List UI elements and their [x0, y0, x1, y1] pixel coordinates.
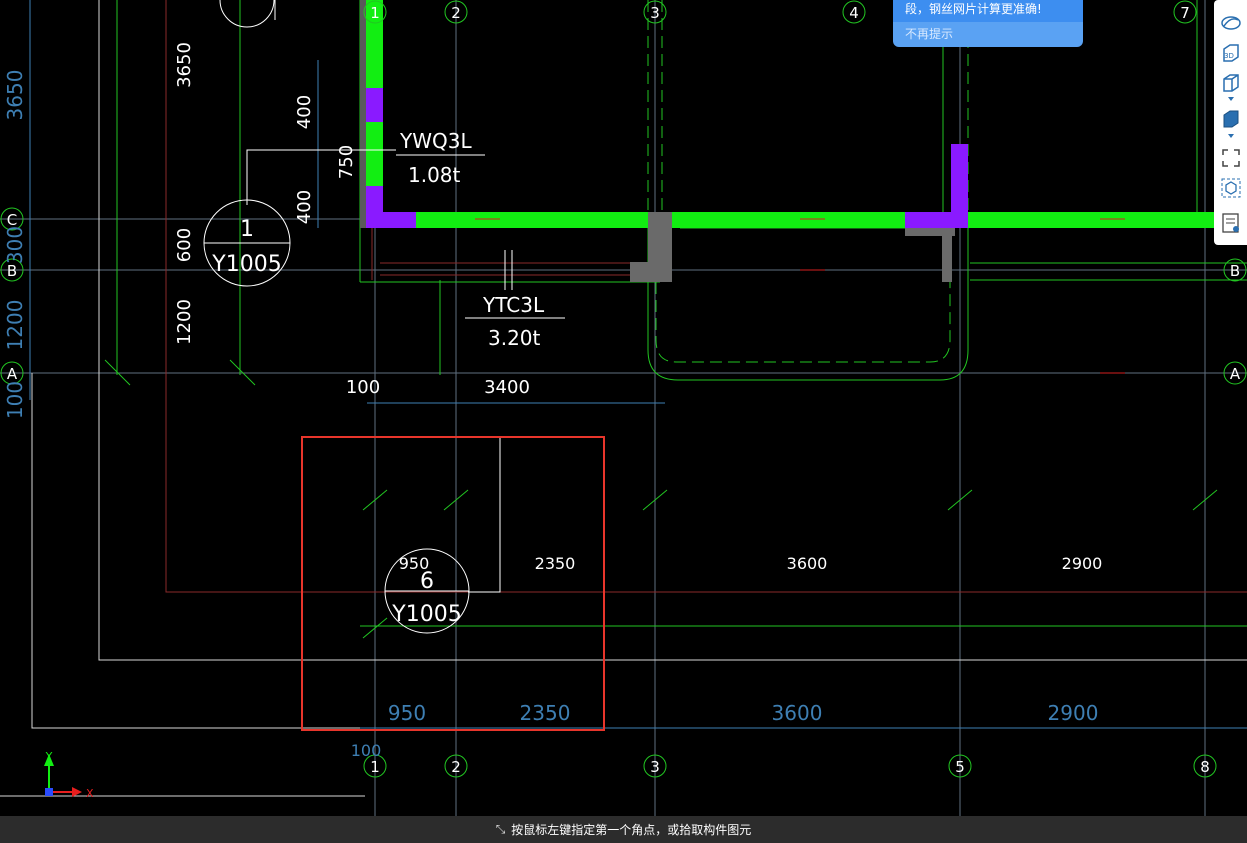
fullscreen-icon[interactable] [1220, 147, 1242, 169]
chevron-down-icon[interactable] [1220, 94, 1242, 106]
wall-weight-label: 1.08t [408, 163, 461, 187]
status-bar: ⤡ 按鼠标左键指定第一个角点，或拾取构件图元 [0, 816, 1247, 843]
dim-white-600: 600 [174, 228, 195, 262]
detail-callout-1 [203, 0, 291, 287]
dim-white-2900: 2900 [1062, 554, 1103, 573]
axis-top-7: 7 [1180, 4, 1190, 22]
layer-list-icon[interactable] [1220, 212, 1242, 234]
3d-view-icon[interactable]: 3D [1220, 42, 1242, 64]
cube-select-icon[interactable] [1220, 177, 1242, 199]
orbit-icon[interactable] [1220, 12, 1242, 34]
dim-white-2350: 2350 [535, 554, 576, 573]
wall-name-label: YWQ3L [399, 129, 472, 153]
dim-blue-950: 950 [388, 701, 426, 725]
blue-dimensions: 3650 300 1200 100 950 2350 3600 2900 100 [3, 70, 1098, 760]
window-select-icon: ⤡ [495, 822, 506, 836]
dim-white-3650: 3650 [174, 42, 195, 88]
axis-top-3: 3 [650, 4, 660, 22]
dont-show-again-link[interactable]: 不再提示 [893, 22, 1083, 47]
dim-blue-100: 100 [3, 381, 27, 419]
dim-blue-3650: 3650 [3, 70, 27, 121]
selection-rectangle [301, 436, 605, 731]
dim-blue-3600: 3600 [772, 701, 823, 725]
axis-bubbles [0, 0, 1247, 778]
dim-blue-100-bottom: 100 [351, 741, 382, 760]
axis-bottom-5: 5 [955, 758, 965, 776]
solid-box-icon[interactable] [1220, 108, 1242, 130]
axis-top-2: 2 [451, 4, 461, 22]
white-dimensions: 3650 600 1200 400 750 400 100 3400 950 2… [174, 42, 1102, 573]
view-toolbar: 3D [1214, 0, 1247, 245]
axis-bottom-8: 8 [1200, 758, 1210, 776]
dim-white-100: 100 [346, 377, 380, 398]
box-view-icon[interactable] [1220, 72, 1242, 94]
dim-white-3400: 3400 [484, 377, 530, 398]
chevron-down-icon[interactable] [1220, 131, 1242, 143]
axis-grid-lines [0, 0, 1247, 816]
cad-drawing-canvas[interactable]: 1 2 3 4 7 1 2 3 5 8 C B A B A 3650 300 1… [0, 0, 1247, 816]
axis-bottom-3: 3 [650, 758, 660, 776]
axis-top-1: 1 [370, 4, 380, 22]
dim-white-1200: 1200 [174, 299, 195, 345]
axis-bottom-2: 2 [451, 758, 461, 776]
detail-1-number: 1 [240, 217, 254, 242]
hint-tooltip: 段，钢丝网片计算更准确! 不再提示 [893, 0, 1083, 47]
dim-blue-2350: 2350 [520, 701, 571, 725]
ucs-x-label: X [86, 787, 94, 800]
building-outline [0, 0, 1247, 797]
dim-blue-2900: 2900 [1048, 701, 1099, 725]
dim-white-400-a: 400 [294, 95, 315, 129]
beam-name-label: YTC3L [482, 293, 545, 317]
ucs-icon: Y X [44, 750, 94, 800]
svg-text:3D: 3D [1224, 52, 1234, 60]
dim-blue-300: 300 [3, 226, 27, 264]
axis-bottom-1: 1 [370, 758, 380, 776]
wall-segments[interactable] [366, 0, 1214, 228]
green-lines [116, 0, 1247, 627]
beam-weight-label: 3.20t [488, 326, 541, 350]
dim-white-3600: 3600 [787, 554, 828, 573]
axis-left-a: A [7, 365, 18, 383]
detail-6-ref: Y1005 [391, 602, 461, 627]
axis-right-a: A [1230, 365, 1241, 383]
status-prompt: 按鼠标左键指定第一个角点，或拾取构件图元 [511, 823, 752, 837]
axis-top-4: 4 [849, 4, 859, 22]
ucs-y-label: Y [45, 750, 53, 763]
red-reference-lines [165, 0, 1247, 593]
hint-message: 段，钢丝网片计算更准确! [893, 0, 1083, 22]
detail-6-number: 6 [420, 569, 434, 594]
detail-1-ref: Y1005 [211, 252, 281, 277]
blue-dimension-lines [29, 0, 1247, 729]
red-markers [475, 218, 1125, 374]
dim-blue-1200: 1200 [3, 300, 27, 351]
dim-white-400-b: 400 [294, 190, 315, 224]
axis-right-b: B [1230, 262, 1240, 280]
dimension-ticks [104, 359, 1218, 639]
